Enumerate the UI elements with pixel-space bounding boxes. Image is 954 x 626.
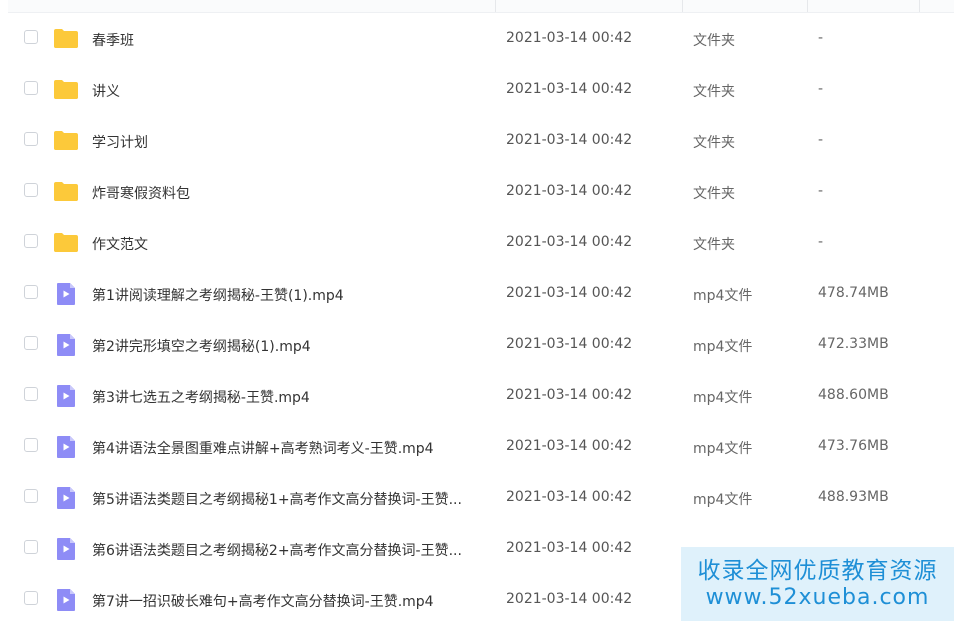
file-type: mp4文件 [693,339,753,355]
file-type: 文件夹 [693,135,735,151]
file-name[interactable]: 第3讲七选五之考纲揭秘-王赞.mp4 [92,387,310,407]
video-file-icon [53,435,79,458]
file-list-header [8,0,954,13]
file-type: mp4文件 [693,288,753,304]
row-checkbox[interactable] [24,132,38,146]
folder-icon [53,27,79,49]
video-file-icon [53,384,79,407]
video-file-icon [53,282,79,305]
file-size: 472.33MB [818,336,889,352]
file-size: 488.60MB [818,387,889,403]
file-date: 2021-03-14 00:42 [506,285,633,301]
folder-icon [53,129,79,151]
file-type: mp4文件 [693,390,753,406]
folder-icon [53,78,79,100]
file-row[interactable]: 第3讲七选五之考纲揭秘-王赞.mp4 2021-03-14 00:42 mp4文… [8,371,954,422]
row-checkbox[interactable] [24,81,38,95]
file-date: 2021-03-14 00:42 [506,489,633,505]
file-size: - [818,81,824,97]
row-checkbox[interactable] [24,234,38,248]
header-divider [807,0,808,12]
video-file-icon [53,588,79,611]
file-date: 2021-03-14 00:42 [506,81,633,97]
file-type: mp4文件 [693,441,753,457]
video-file-icon [53,333,79,356]
file-size: 488.93MB [818,489,889,505]
row-checkbox[interactable] [24,438,38,452]
file-date: 2021-03-14 00:42 [506,591,633,607]
file-date: 2021-03-14 00:42 [506,540,633,556]
file-date: 2021-03-14 00:42 [506,234,633,250]
file-row[interactable]: 第1讲阅读理解之考纲揭秘-王赞(1).mp4 2021-03-14 00:42 … [8,269,954,320]
video-file-icon [53,537,79,560]
row-checkbox[interactable] [24,183,38,197]
file-name[interactable]: 第2讲完形填空之考纲揭秘(1).mp4 [92,336,311,356]
file-row[interactable]: 讲义 2021-03-14 00:42 文件夹 - [8,65,954,116]
file-row[interactable]: 学习计划 2021-03-14 00:42 文件夹 - [8,116,954,167]
file-name[interactable]: 学习计划 [92,132,148,152]
file-name[interactable]: 炸哥寒假资料包 [92,183,190,203]
row-checkbox[interactable] [24,489,38,503]
file-type: 文件夹 [693,84,735,100]
folder-icon [53,180,79,202]
file-name[interactable]: 讲义 [92,81,120,101]
file-row[interactable]: 春季班 2021-03-14 00:42 文件夹 - [8,14,954,65]
file-row[interactable]: 炸哥寒假资料包 2021-03-14 00:42 文件夹 - [8,167,954,218]
file-size: - [818,234,824,250]
file-list: 春季班 2021-03-14 00:42 文件夹 - 讲义 2021-03-14… [8,14,954,626]
file-name[interactable]: 第7讲一招识破长难句+高考作文高分替换词-王赞.mp4 [92,591,434,611]
file-size: - [818,132,824,148]
header-divider [495,0,496,12]
file-name[interactable]: 第6讲语法类题目之考纲揭秘2+高考作文高分替换词-王赞... [92,540,462,560]
file-size: 473.76MB [818,438,889,454]
file-name[interactable]: 第5讲语法类题目之考纲揭秘1+高考作文高分替换词-王赞... [92,489,462,509]
folder-icon [53,231,79,253]
file-row[interactable]: 第2讲完形填空之考纲揭秘(1).mp4 2021-03-14 00:42 mp4… [8,320,954,371]
row-checkbox[interactable] [24,591,38,605]
file-date: 2021-03-14 00:42 [506,336,633,352]
row-checkbox[interactable] [24,336,38,350]
file-type: 文件夹 [693,237,735,253]
file-row[interactable]: 第4讲语法全景图重难点讲解+高考熟词考义-王赞.mp4 2021-03-14 0… [8,422,954,473]
file-size: 478.74MB [818,285,889,301]
file-name[interactable]: 第1讲阅读理解之考纲揭秘-王赞(1).mp4 [92,285,344,305]
file-date: 2021-03-14 00:42 [506,438,633,454]
watermark-line1: 收录全网优质教育资源 [697,558,938,584]
file-date: 2021-03-14 00:42 [506,30,633,46]
file-date: 2021-03-14 00:42 [506,132,633,148]
header-divider [682,0,683,12]
watermark-banner: 收录全网优质教育资源 www.52xueba.com [681,547,954,621]
file-size: - [818,30,824,46]
header-divider [919,0,920,12]
file-row[interactable]: 作文范文 2021-03-14 00:42 文件夹 - [8,218,954,269]
row-checkbox[interactable] [24,285,38,299]
video-file-icon [53,486,79,509]
file-type: 文件夹 [693,186,735,202]
file-name[interactable]: 第4讲语法全景图重难点讲解+高考熟词考义-王赞.mp4 [92,438,434,458]
file-name[interactable]: 作文范文 [92,234,148,254]
file-size: - [818,183,824,199]
row-checkbox[interactable] [24,30,38,44]
file-date: 2021-03-14 00:42 [506,387,633,403]
file-type: 文件夹 [693,33,735,49]
file-date: 2021-03-14 00:42 [506,183,633,199]
watermark-line2: www.52xueba.com [705,585,930,610]
file-type: mp4文件 [693,492,753,508]
row-checkbox[interactable] [24,387,38,401]
row-checkbox[interactable] [24,540,38,554]
file-row[interactable]: 第5讲语法类题目之考纲揭秘1+高考作文高分替换词-王赞... 2021-03-1… [8,473,954,524]
file-name[interactable]: 春季班 [92,30,134,50]
